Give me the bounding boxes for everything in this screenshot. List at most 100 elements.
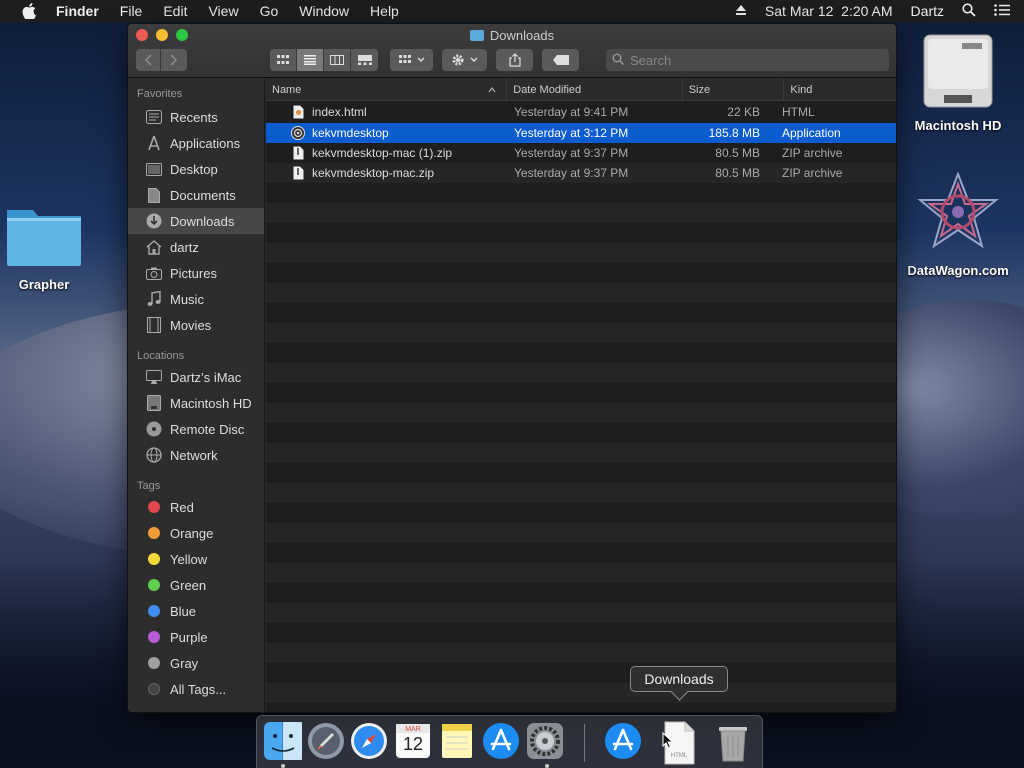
list-view-icon[interactable] bbox=[297, 49, 324, 71]
desktop-item-grapher[interactable]: Grapher bbox=[2, 204, 86, 292]
menu-edit[interactable]: Edit bbox=[163, 3, 187, 19]
sidebar-item-label: Purple bbox=[170, 629, 208, 645]
apple-icon[interactable] bbox=[20, 2, 38, 20]
sidebar-item-documents[interactable]: Documents bbox=[128, 182, 264, 208]
file-row[interactable]: index.html Yesterday at 9:41 PM 22 KB HT… bbox=[266, 101, 896, 123]
column-size[interactable]: Size bbox=[683, 78, 785, 101]
tag-icon[interactable] bbox=[542, 49, 579, 71]
sidebar-tag-yellow[interactable]: Yellow bbox=[128, 546, 264, 572]
column-kind[interactable]: Kind bbox=[784, 79, 896, 101]
camera-icon bbox=[146, 265, 162, 281]
sidebar-item-downloads[interactable]: Downloads bbox=[128, 208, 264, 234]
sidebar-item-recents[interactable]: Recents bbox=[128, 104, 264, 130]
sidebar-item-pictures[interactable]: Pictures bbox=[128, 260, 264, 286]
desktop-item-datawagon[interactable]: DataWagon.com bbox=[905, 170, 1011, 278]
safari-icon[interactable] bbox=[349, 721, 389, 761]
sidebar-item-label: Yellow bbox=[170, 551, 208, 567]
sidebar-tag-blue[interactable]: Blue bbox=[128, 598, 264, 624]
sidebar-tag-all[interactable]: All Tags... bbox=[128, 676, 264, 702]
sidebar-item-applications[interactable]: Applications bbox=[128, 130, 264, 156]
file-date: Yesterday at 9:37 PM bbox=[514, 146, 629, 160]
calendar-month: MAR bbox=[405, 726, 421, 733]
file-name: kekvmdesktop-mac.zip bbox=[312, 166, 435, 180]
sidebar-item-remote-disc[interactable]: Remote Disc bbox=[128, 416, 264, 442]
sidebar-section-locations: Locations bbox=[137, 350, 185, 362]
file-row[interactable]: kekvmdesktop-mac.zip Yesterday at 9:37 P… bbox=[266, 163, 896, 183]
dock: MAR 12 HTML bbox=[256, 715, 763, 768]
search-field[interactable] bbox=[606, 49, 889, 71]
zip-file-icon bbox=[291, 166, 305, 180]
sidebar-item-label: Desktop bbox=[170, 161, 218, 177]
sidebar-tag-green[interactable]: Green bbox=[128, 572, 264, 598]
column-date[interactable]: Date Modified bbox=[507, 78, 683, 101]
menu-list-icon[interactable] bbox=[994, 3, 1010, 19]
file-size: 80.5 MB bbox=[715, 166, 760, 180]
sidebar-item-label: Blue bbox=[170, 603, 197, 619]
sidebar-tag-purple[interactable]: Purple bbox=[128, 624, 264, 650]
sidebar-item-label: Downloads bbox=[170, 213, 235, 229]
sidebar-item-music[interactable]: Music bbox=[128, 286, 264, 312]
app-store-downloads-icon[interactable] bbox=[603, 721, 643, 761]
file-size: 22 KB bbox=[727, 105, 760, 119]
forward-icon[interactable] bbox=[161, 49, 187, 71]
window-title-text: Downloads bbox=[489, 28, 555, 43]
sidebar-tag-red[interactable]: Red bbox=[128, 494, 264, 520]
sidebar-item-imac[interactable]: Dartz’s iMac bbox=[128, 364, 264, 390]
eject-icon[interactable] bbox=[735, 3, 747, 19]
sidebar-item-label: Orange bbox=[170, 525, 214, 541]
sidebar-item-macintosh-hd[interactable]: Macintosh HD bbox=[128, 390, 264, 416]
menu-window[interactable]: Window bbox=[299, 3, 349, 19]
calendar-icon[interactable]: MAR 12 bbox=[393, 721, 433, 761]
search-icon[interactable] bbox=[962, 2, 976, 20]
column-view-icon[interactable] bbox=[324, 49, 351, 71]
desktop-item-label: Grapher bbox=[18, 277, 70, 292]
finder-icon[interactable] bbox=[263, 721, 303, 761]
menu-view[interactable]: View bbox=[208, 3, 238, 19]
sidebar-tag-orange[interactable]: Orange bbox=[128, 520, 264, 546]
menu-help[interactable]: Help bbox=[370, 3, 399, 19]
system-preferences-icon[interactable] bbox=[525, 721, 565, 761]
group-icon[interactable] bbox=[390, 49, 433, 71]
tag-color-dot bbox=[148, 657, 160, 669]
view-mode-control bbox=[270, 49, 378, 71]
file-row[interactable]: kekvmdesktop-mac (1).zip Yesterday at 9:… bbox=[266, 143, 896, 163]
gear-icon[interactable] bbox=[442, 49, 487, 71]
desktop-item-label: Macintosh HD bbox=[914, 118, 1002, 133]
file-row[interactable]: kekvmdesktop Yesterday at 3:12 PM 185.8 … bbox=[266, 123, 896, 143]
menubar-clock[interactable]: Sat Mar 12 2:20 AM bbox=[765, 3, 893, 19]
desktop-item-macintosh-hd[interactable]: Macintosh HD bbox=[905, 33, 1011, 133]
column-date-label: Date Modified bbox=[513, 83, 582, 96]
tag-color-dot bbox=[148, 605, 160, 617]
sidebar-item-label: Macintosh HD bbox=[170, 395, 252, 411]
app-store-icon[interactable] bbox=[481, 721, 521, 761]
menubar-user[interactable]: Dartz bbox=[911, 3, 944, 19]
back-icon[interactable] bbox=[136, 49, 161, 71]
file-name: kekvmdesktop-mac (1).zip bbox=[312, 146, 453, 160]
folder-icon bbox=[4, 204, 84, 271]
sidebar-item-movies[interactable]: Movies bbox=[128, 312, 264, 338]
gallery-view-icon[interactable] bbox=[351, 49, 378, 71]
file-date: Yesterday at 3:12 PM bbox=[514, 126, 629, 140]
finder-window: Downloads Favorites bbox=[127, 23, 897, 713]
sidebar-item-label: Movies bbox=[170, 317, 212, 333]
search-input[interactable] bbox=[630, 52, 870, 68]
launchpad-icon[interactable] bbox=[306, 721, 346, 761]
sidebar-section-favorites: Favorites bbox=[137, 88, 183, 100]
disc-icon bbox=[146, 421, 162, 437]
share-icon[interactable] bbox=[496, 49, 533, 71]
file-size: 80.5 MB bbox=[715, 146, 760, 160]
sidebar-item-desktop[interactable]: Desktop bbox=[128, 156, 264, 182]
sidebar-item-dartz[interactable]: dartz bbox=[128, 234, 264, 260]
trash-icon[interactable] bbox=[713, 721, 753, 762]
file-kind: ZIP archive bbox=[782, 146, 843, 160]
sidebar-tag-gray[interactable]: Gray bbox=[128, 650, 264, 676]
sidebar-item-label: Network bbox=[170, 447, 218, 463]
sidebar-item-network[interactable]: Network bbox=[128, 442, 264, 468]
menu-file[interactable]: File bbox=[120, 3, 143, 19]
menu-go[interactable]: Go bbox=[260, 3, 279, 19]
column-name[interactable]: Name bbox=[266, 78, 508, 101]
notes-icon[interactable] bbox=[437, 721, 477, 761]
menu-finder[interactable]: Finder bbox=[56, 3, 99, 19]
icon-view-icon[interactable] bbox=[270, 49, 297, 71]
file-size: 185.8 MB bbox=[708, 126, 760, 140]
